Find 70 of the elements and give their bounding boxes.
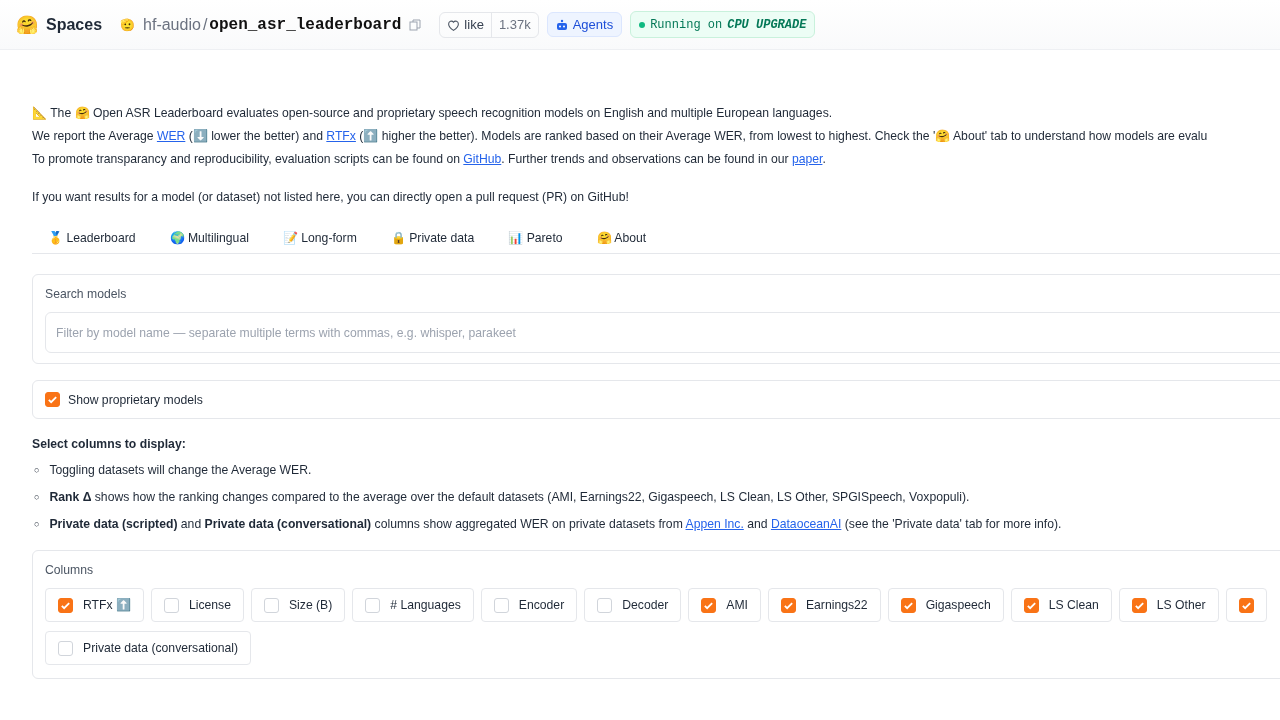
checkbox[interactable]	[1131, 597, 1147, 613]
column-option[interactable]: License	[150, 588, 244, 622]
like-control[interactable]: like 1.37k	[439, 11, 539, 38]
checkbox-label: Show proprietary models	[68, 392, 203, 407]
owner-avatar-icon: 🫡	[120, 17, 136, 32]
bullet-marker: ○	[34, 464, 40, 477]
checkbox[interactable]	[493, 597, 509, 613]
column-option[interactable]: LS Other	[1118, 588, 1219, 622]
check-icon	[47, 394, 58, 405]
like-button[interactable]: like	[440, 12, 491, 37]
column-option[interactable]: Gigaspeech	[887, 588, 1004, 622]
column-option[interactable]: Size (B)	[250, 588, 346, 622]
robot-icon	[555, 18, 568, 31]
checkbox[interactable]	[1238, 597, 1254, 613]
text-link[interactable]: Appen Inc.	[685, 517, 744, 531]
tab[interactable]: 📝 Long-form	[282, 223, 373, 253]
tab[interactable]: 🔒 Private data	[390, 223, 491, 253]
logo-icon: 🤗	[16, 13, 38, 36]
section-title: Select columns to display:	[32, 437, 187, 451]
intro-paragraph: 📐 The 🤗 Open ASR Leaderboard evaluates open-source and proprietary speech recognition models on English and multiple European languages.	[32, 105, 834, 122]
bullet-text: Toggling datasets will change the Average WER.	[49, 462, 312, 479]
text-link[interactable]: WER	[156, 129, 186, 143]
checkbox[interactable]	[263, 597, 279, 613]
bullet-marker: ○	[34, 491, 40, 504]
tab[interactable]: 🥇 Leaderboard	[48, 223, 152, 253]
copy-icon[interactable]	[409, 18, 422, 31]
column-option[interactable]: Private data (conversational)	[45, 631, 252, 665]
checkbox[interactable]	[900, 597, 916, 613]
column-option[interactable]: RTFx ⬆	[45, 588, 144, 622]
tab[interactable]: 🌍 Multilingual	[169, 223, 265, 253]
intro-paragraph: We report the Average WER (⬇ lower the better) and RTFx (⬆ higher the better). Models are ranked based on their Average WER, from lowest to highest. Check the '🤗 About' tab to understand how models are evalu	[32, 128, 1209, 145]
search-field[interactable]: Filter by model name — separate multiple terms with commas, e.g. whisper, parakeet	[45, 312, 1280, 353]
note-text: If you want results for a model (or dataset) not listed here, you can directly open a pull request (PR) on GitHub!	[32, 189, 630, 206]
heart-icon	[447, 18, 461, 31]
repo-name[interactable]: open_asr_leaderboard	[209, 15, 402, 34]
column-option[interactable]: LS Clean	[1010, 588, 1112, 622]
text-link[interactable]: paper	[791, 152, 823, 166]
search-label: Search models	[45, 287, 128, 301]
path-separator: /	[202, 15, 208, 34]
checkbox[interactable]	[58, 640, 73, 656]
column-option[interactable]: Encoder	[480, 588, 578, 622]
bullet-text: Private data (scripted) and Private data (conversational) columns show aggregated WER on private datasets from Appen Inc. and DataoceanAI (see the 'Private data' tab for more info).	[49, 516, 1062, 533]
status-text: Running on	[650, 17, 723, 32]
checkbox[interactable]	[58, 597, 73, 613]
like-count: 1.37k	[490, 12, 538, 37]
brand-name[interactable]: Spaces	[46, 15, 103, 34]
column-option[interactable]: Earnings22	[767, 588, 881, 622]
column-option[interactable]: Decoder	[584, 588, 682, 622]
column-option[interactable]	[1225, 588, 1267, 622]
owner-link[interactable]: hf-audio	[143, 15, 201, 34]
checkbox[interactable]	[365, 597, 381, 613]
hardware-label: CPU UPGRADE	[727, 17, 807, 32]
column-option[interactable]: AMI	[688, 588, 761, 622]
tab[interactable]: 📊 Pareto	[508, 223, 579, 253]
columns-label: Columns	[45, 563, 95, 577]
bullet-text: Rank Δ shows how the ranking changes compared to the average over the default datasets (AMI, Earnings22, Gigaspeech, LS Clean, LS Other, SPGISpeech, Voxpopuli).	[49, 489, 970, 506]
checkbox[interactable]	[780, 597, 796, 613]
text-link[interactable]: DataoceanAI	[770, 517, 842, 531]
status-dot-icon	[639, 21, 646, 28]
checkbox[interactable]	[1023, 597, 1039, 613]
checkbox[interactable]	[597, 597, 613, 613]
agents-button[interactable]: Agents	[546, 12, 623, 37]
tab[interactable]: 🤗 About	[596, 223, 663, 253]
checkbox[interactable]	[701, 597, 717, 613]
intro-paragraph: To promote transparancy and reproducibility, evaluation scripts can be found on GitHub. Further trends and observations can be found in our paper.	[32, 151, 827, 168]
text-link[interactable]: RTFx	[326, 129, 356, 143]
checkbox[interactable]	[163, 597, 179, 613]
checkbox[interactable]	[45, 392, 60, 407]
bullet-marker: ○	[34, 518, 40, 531]
column-option[interactable]: # Languages	[352, 588, 474, 622]
